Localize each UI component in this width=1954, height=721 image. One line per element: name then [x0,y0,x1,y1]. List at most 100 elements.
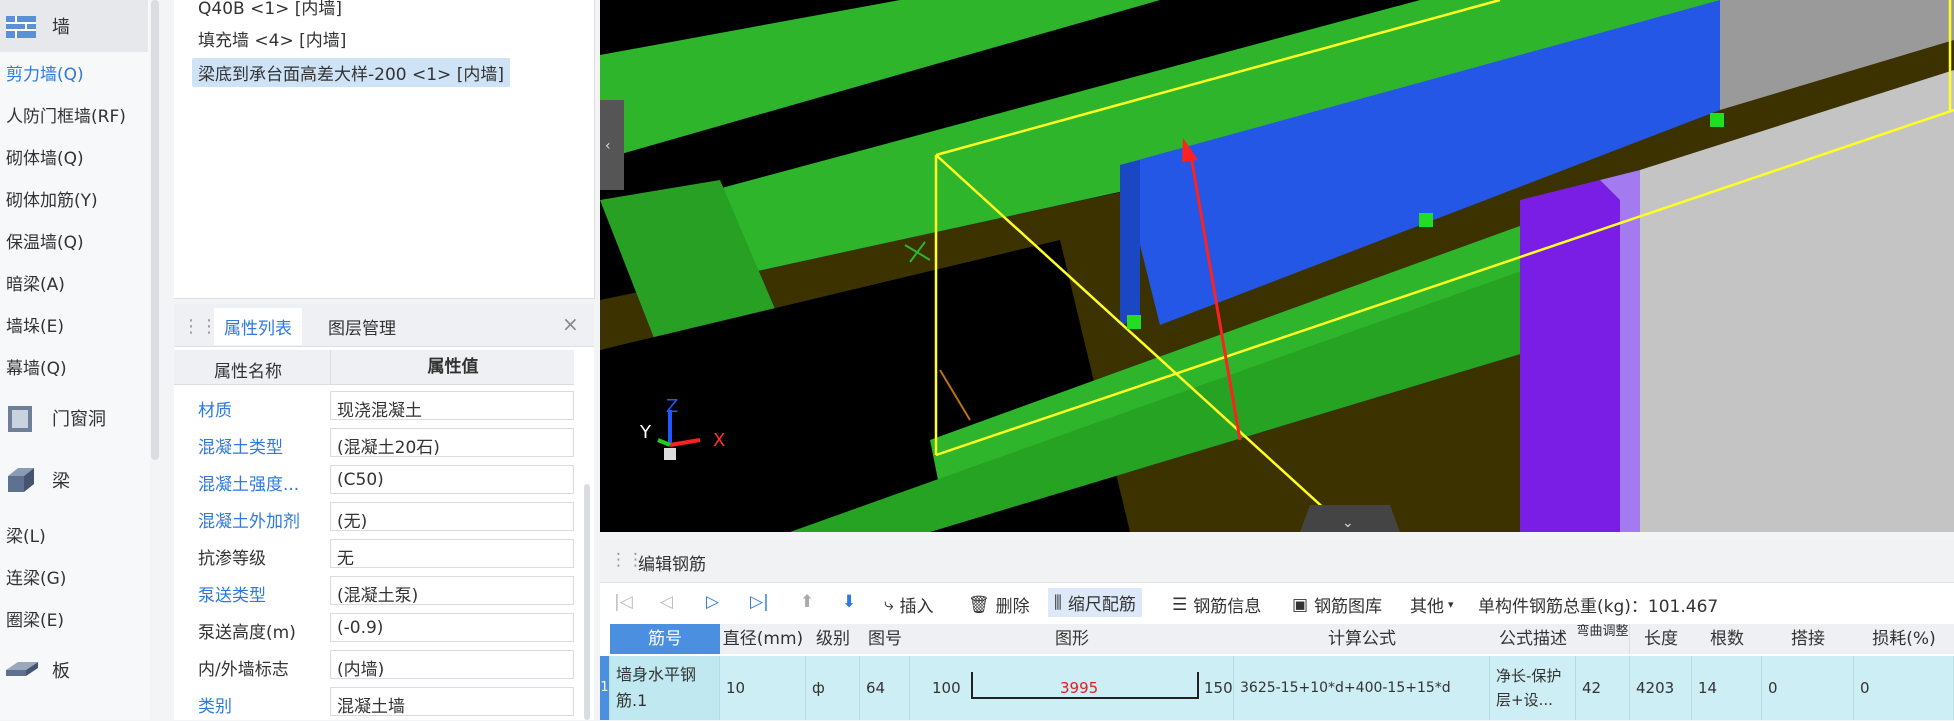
col-loss[interactable]: 损耗(%) [1854,624,1954,654]
insert-icon: ⤷ [884,594,894,615]
cell-grade[interactable]: ф [806,656,860,720]
col-shape[interactable]: 图形 [910,624,1235,654]
property-name: 抗渗等级 [198,549,266,569]
cell-length[interactable]: 4203 [1630,656,1692,720]
delete-label: 删除 [995,597,1030,617]
property-name: 材质 [198,401,232,421]
nav-item-hidden-beam[interactable]: 暗梁(A) [6,270,65,295]
next-record-icon[interactable]: ▷ [706,592,719,612]
nav-item-masonry-reinforcement[interactable]: 砌体加筋(Y) [6,186,98,211]
nav-scrollbar[interactable] [151,0,159,460]
row-index[interactable]: 1 [600,656,610,720]
beam-icon [4,462,40,498]
nav-category-slab[interactable]: 板 [0,644,148,696]
delete-button[interactable]: 🗑 删除 [968,592,1030,618]
cell-lap[interactable]: 0 [1762,656,1854,720]
property-name: 内/外墙标志 [198,660,289,680]
property-scrollbar[interactable] [584,484,590,720]
move-up-icon[interactable]: ⬆ [800,592,814,612]
first-record-icon[interactable]: |◁ [614,592,633,612]
col-lap[interactable]: 搭接 [1762,624,1855,654]
property-value-field[interactable]: (无) [330,502,574,532]
col-count[interactable]: 根数 [1692,624,1763,654]
close-icon[interactable]: × [562,312,579,336]
col-grade[interactable]: 级别 [806,624,861,654]
trash-icon: 🗑 [968,594,990,615]
cell-bar-name[interactable]: 墙身水平钢筋.1 [610,656,720,720]
nav-category-label: 墙 [52,17,70,38]
nav-item-beam[interactable]: 梁(L) [6,522,46,547]
property-name: 混凝土外加剂 [198,512,300,532]
cell-figure-no[interactable]: 64 [860,656,910,720]
nav-category-door-window[interactable]: 门窗洞 [0,392,148,444]
last-record-icon[interactable]: ▷| [750,592,769,612]
property-value-field[interactable]: 混凝土墙 [330,687,574,717]
nav-category-wall[interactable]: 墙 [0,0,148,52]
property-value-field[interactable]: (混凝土20石) [330,428,574,458]
nav-item-curtain-wall[interactable]: 幕墙(Q) [6,354,67,379]
col-diameter[interactable]: 直径(mm) [720,624,807,654]
chevron-down-icon: ▾ [1448,598,1454,611]
drag-handle-icon[interactable]: ⋮⋮ [182,316,218,337]
nav-category-beam[interactable]: 梁 [0,454,148,506]
move-down-icon[interactable]: ⬇ [842,592,856,612]
rebar-editor: ⋮⋮ 编辑钢筋 |◁ ◁ ▷ ▷| ⬆ ⬇ ⤷ 插入 🗑 删除 ⫼ 缩尺配筋 ☰ 钢筋信… [600,540,1954,720]
cell-description[interactable]: 净长-保护层+设... [1490,656,1576,720]
list-item-selected[interactable]: 梁底到承台面高差大样-200 <1> [内墙] [192,58,510,87]
rebar-info-button[interactable]: ☰ 钢筋信息 [1172,592,1261,618]
nav-item-masonry-wall[interactable]: 砌体墙(Q) [6,144,84,169]
rebar-library-button[interactable]: ▣ 钢筋图库 [1292,592,1382,618]
rebar-editor-title: 编辑钢筋 [638,555,706,575]
model-scene: ‹ ⌄ [600,0,1954,532]
property-row: 泵送高度(m) (-0.9) [174,610,574,647]
cell-count[interactable]: 14 [1692,656,1762,720]
property-value-field[interactable]: 无 [330,539,574,569]
property-row: 泵送类型 (混凝土泵) [174,573,574,610]
prev-record-icon[interactable]: ◁ [660,592,673,612]
nav-item-wall-buttress[interactable]: 墙垛(E) [6,312,64,337]
nav-category-label: 板 [52,661,70,682]
header-property-value: 属性值 [330,350,575,384]
tab-property-list[interactable]: 属性列表 [214,308,302,345]
property-row: 混凝土外加剂 (无) [174,499,574,536]
cell-formula[interactable]: 3625-15+10*d+400-15+15*d [1234,656,1490,720]
property-value-field[interactable]: 现浇混凝土 [330,391,574,421]
other-dropdown[interactable]: 其他 ▾ [1410,592,1454,617]
col-bar-number[interactable]: 筋号 [610,624,721,654]
list-item[interactable]: 填充墙 <4> [内墙] [198,26,346,51]
property-value-field[interactable]: (C50) [330,465,574,494]
nav-item-shear-wall[interactable]: 剪力墙(Q) [6,60,84,85]
svg-text:⌄: ⌄ [1342,515,1354,531]
nav-item-civil-defense-door-wall[interactable]: 人防门框墙(RF) [6,102,126,127]
nav-item-ring-beam[interactable]: 圈梁(E) [6,606,64,631]
col-length[interactable]: 长度 [1630,624,1693,654]
property-panel: ⋮⋮ 属性列表 图层管理 × 属性名称 属性值 材质 现浇混凝土 混凝土类型 (混凝土… [174,304,594,720]
insert-button[interactable]: ⤷ 插入 [884,592,934,618]
nav-item-coupling-beam[interactable]: 连梁(G) [6,564,66,589]
col-bend-adjust[interactable]: 弯曲调整 [1576,624,1630,654]
cell-loss[interactable]: 0 [1854,656,1954,720]
nav-item-insulation-wall[interactable]: 保温墙(Q) [6,228,84,253]
cell-shape[interactable]: 100 3995 150 [910,656,1234,720]
ruler-icon: ⫼ [1054,592,1062,613]
wall-blue-edge [1120,160,1140,325]
3d-viewport[interactable]: ‹ ⌄ Z Y X [600,0,1954,532]
svg-text:‹: ‹ [605,138,611,154]
rebar-editor-titlebar: ⋮⋮ 编辑钢筋 [600,540,1954,583]
cell-bend[interactable]: 42 [1576,656,1630,720]
property-value-field[interactable]: (-0.9) [330,613,574,642]
scale-rebar-button[interactable]: ⫼ 缩尺配筋 [1048,588,1142,617]
nav-category-label: 门窗洞 [52,409,106,430]
door-window-icon [4,400,40,436]
col-figure-no[interactable]: 图号 [860,624,911,654]
tab-layer-management[interactable]: 图层管理 [328,314,396,339]
property-value-field[interactable]: (内墙) [330,650,574,680]
list-item[interactable]: Q40B <1> [内墙] [198,0,342,19]
col-description[interactable]: 公式描述 [1490,624,1577,654]
col-formula[interactable]: 计算公式 [1234,624,1491,654]
insert-label: 插入 [899,597,934,617]
property-value-field[interactable]: (混凝土泵) [330,576,574,606]
shape-right-length: 150 [1204,679,1233,697]
scale-rebar-label: 缩尺配筋 [1067,595,1136,615]
cell-diameter[interactable]: 10 [720,656,806,720]
